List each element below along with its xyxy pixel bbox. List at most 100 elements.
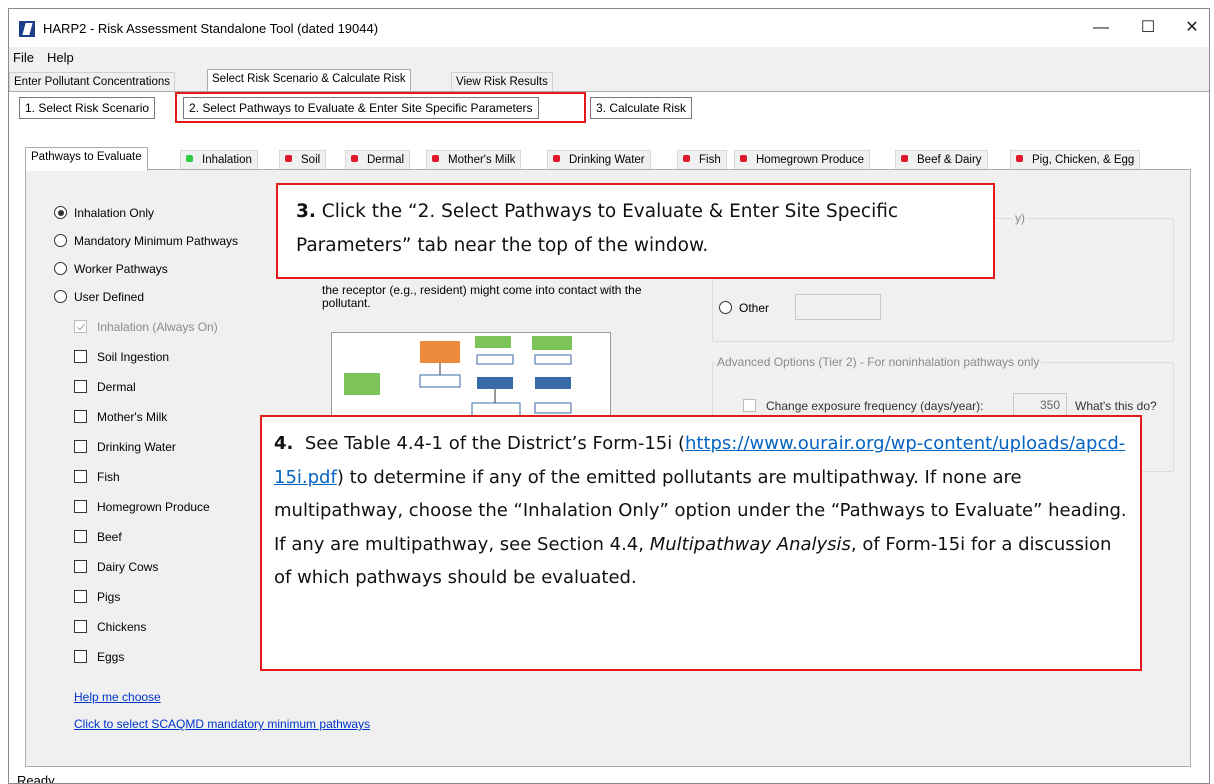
tab-enter-pollutant-concentrations[interactable]: Enter Pollutant Concentrations [9, 72, 175, 91]
checkbox-inhalation-always-on: Inhalation (Always On) [74, 320, 218, 334]
radio-worker-pathways[interactable]: Worker Pathways [54, 262, 168, 276]
checkbox-change-exposure-frequency[interactable]: Change exposure frequency (days/year): [743, 399, 983, 413]
tab-fish[interactable]: Fish [677, 150, 727, 170]
checkbox-icon [74, 350, 87, 363]
radio-icon [54, 262, 67, 275]
checkbox-pigs[interactable]: Pigs [74, 590, 120, 604]
checkbox-label: Chickens [97, 620, 147, 634]
checkbox-dermal[interactable]: Dermal [74, 380, 136, 394]
radio-icon [54, 234, 67, 247]
pathway-diagram [331, 332, 611, 422]
status-dot-icon [901, 155, 908, 162]
radio-label: User Defined [74, 290, 145, 304]
menu-file[interactable]: File [13, 50, 34, 65]
status-dot-icon [553, 155, 560, 162]
checkbox-icon [74, 620, 87, 633]
tab-label: Homegrown Produce [756, 154, 865, 166]
radio-selected-icon [54, 206, 67, 219]
checkbox-icon [743, 399, 756, 412]
help-me-choose-link[interactable]: Help me choose [74, 690, 161, 704]
exposure-frequency-input[interactable]: 350 [1013, 393, 1067, 417]
checkbox-homegrown-produce[interactable]: Homegrown Produce [74, 500, 210, 514]
callout-number: 3. [296, 201, 316, 222]
radio-label: Inhalation Only [74, 206, 155, 220]
tab-view-risk-results[interactable]: View Risk Results [451, 72, 553, 91]
checkbox-soil-ingestion[interactable]: Soil Ingestion [74, 350, 169, 364]
checkbox-label: Dermal [97, 380, 136, 394]
radio-label: Worker Pathways [74, 262, 168, 276]
checkbox-icon [74, 500, 87, 513]
checkbox-label: Homegrown Produce [97, 500, 210, 514]
checkbox-dairy-cows[interactable]: Dairy Cows [74, 560, 158, 574]
tab-select-risk-scenario[interactable]: Select Risk Scenario & Calculate Risk [207, 69, 411, 91]
checkbox-label: Pigs [97, 590, 121, 604]
checkbox-icon [74, 560, 87, 573]
tab-label: Pathways to Evaluate [31, 151, 142, 163]
callout-step-3: 3. Click the “2. Select Pathways to Eval… [276, 183, 995, 279]
close-button[interactable]: ✕ [1177, 17, 1207, 39]
status-dot-icon [432, 155, 439, 162]
checkbox-fish[interactable]: Fish [74, 470, 120, 484]
callout-italic-text: Multipathway Analysis [649, 533, 851, 555]
minimize-button[interactable]: — [1086, 17, 1116, 39]
checkbox-label: Dairy Cows [97, 560, 159, 574]
tab-pathways-to-evaluate[interactable]: Pathways to Evaluate [25, 147, 148, 171]
tab-dermal[interactable]: Dermal [345, 150, 411, 170]
menu-help[interactable]: Help [47, 50, 74, 65]
tab-label: Mother's Milk [448, 154, 516, 166]
checkbox-drinking-water[interactable]: Drinking Water [74, 440, 176, 454]
checkbox-label: Drinking Water [97, 440, 176, 454]
radio-inhalation-only[interactable]: Inhalation Only [54, 206, 154, 220]
radio-icon [54, 290, 67, 303]
checkbox-icon [74, 380, 87, 393]
tab-label: Soil [301, 154, 321, 166]
group-label-fragment: y) [1013, 211, 1027, 225]
callout-text: See Table 4.4-1 of the District’s Form-1… [304, 433, 685, 454]
checkbox-eggs[interactable]: Eggs [74, 650, 124, 664]
menu-bar: File Help [9, 47, 1209, 69]
tab-soil[interactable]: Soil [279, 150, 327, 170]
step-calculate-risk-button[interactable]: 3. Calculate Risk [590, 97, 693, 119]
checkbox-icon [74, 410, 87, 423]
checkbox-label: Inhalation (Always On) [97, 320, 218, 334]
pathway-tabs: Pathways to Evaluate Inhalation Soil Der… [25, 147, 1209, 171]
other-input[interactable] [795, 294, 881, 320]
status-bar-text: Ready [17, 773, 55, 784]
checkbox-icon [74, 650, 87, 663]
step2-highlight-box [175, 92, 586, 123]
tab-pig-chicken-egg[interactable]: Pig, Chicken, & Egg [1010, 150, 1141, 170]
checkbox-label: Eggs [97, 650, 125, 664]
tab-mothers-milk[interactable]: Mother's Milk [426, 150, 522, 170]
title-bar: HARP2 - Risk Assessment Standalone Tool … [9, 9, 1209, 47]
status-dot-icon [740, 155, 747, 162]
radio-label: Mandatory Minimum Pathways [74, 234, 239, 248]
checkbox-icon [74, 590, 87, 603]
tab-label: Dermal [367, 154, 405, 166]
step-select-risk-scenario-button[interactable]: 1. Select Risk Scenario [19, 97, 156, 119]
radio-other[interactable]: Other [719, 301, 769, 315]
whats-this-do-link[interactable]: What's this do? [1075, 399, 1157, 413]
checkbox-icon [74, 440, 87, 453]
window-title: HARP2 - Risk Assessment Standalone Tool … [43, 21, 379, 36]
maximize-button[interactable]: ☐ [1133, 17, 1163, 39]
advanced-options-title: Advanced Options (Tier 2) - For noninhal… [715, 355, 1042, 369]
checkbox-beef[interactable]: Beef [74, 530, 122, 544]
tab-drinking-water[interactable]: Drinking Water [547, 150, 651, 170]
tab-homegrown-produce[interactable]: Homegrown Produce [734, 150, 871, 170]
checkbox-mothers-milk[interactable]: Mother's Milk [74, 410, 167, 424]
radio-mandatory-minimum[interactable]: Mandatory Minimum Pathways [54, 234, 238, 248]
tab-label: Pig, Chicken, & Egg [1032, 154, 1135, 166]
radio-user-defined[interactable]: User Defined [54, 290, 144, 304]
tab-inhalation[interactable]: Inhalation [180, 150, 258, 170]
callout-step-4: 4. See Table 4.4-1 of the District’s For… [260, 415, 1142, 671]
select-mandatory-pathways-link[interactable]: Click to select SCAQMD mandatory minimum… [74, 717, 370, 731]
status-dot-icon [1016, 155, 1023, 162]
checkbox-label: Change exposure frequency (days/year): [766, 399, 984, 413]
status-dot-icon [285, 155, 292, 162]
checkbox-label: Beef [97, 530, 122, 544]
tab-beef-dairy[interactable]: Beef & Dairy [895, 150, 988, 170]
checkmark-icon [74, 320, 87, 333]
checkbox-label: Soil Ingestion [97, 350, 170, 364]
tab-label: Beef & Dairy [917, 154, 982, 166]
checkbox-chickens[interactable]: Chickens [74, 620, 146, 634]
